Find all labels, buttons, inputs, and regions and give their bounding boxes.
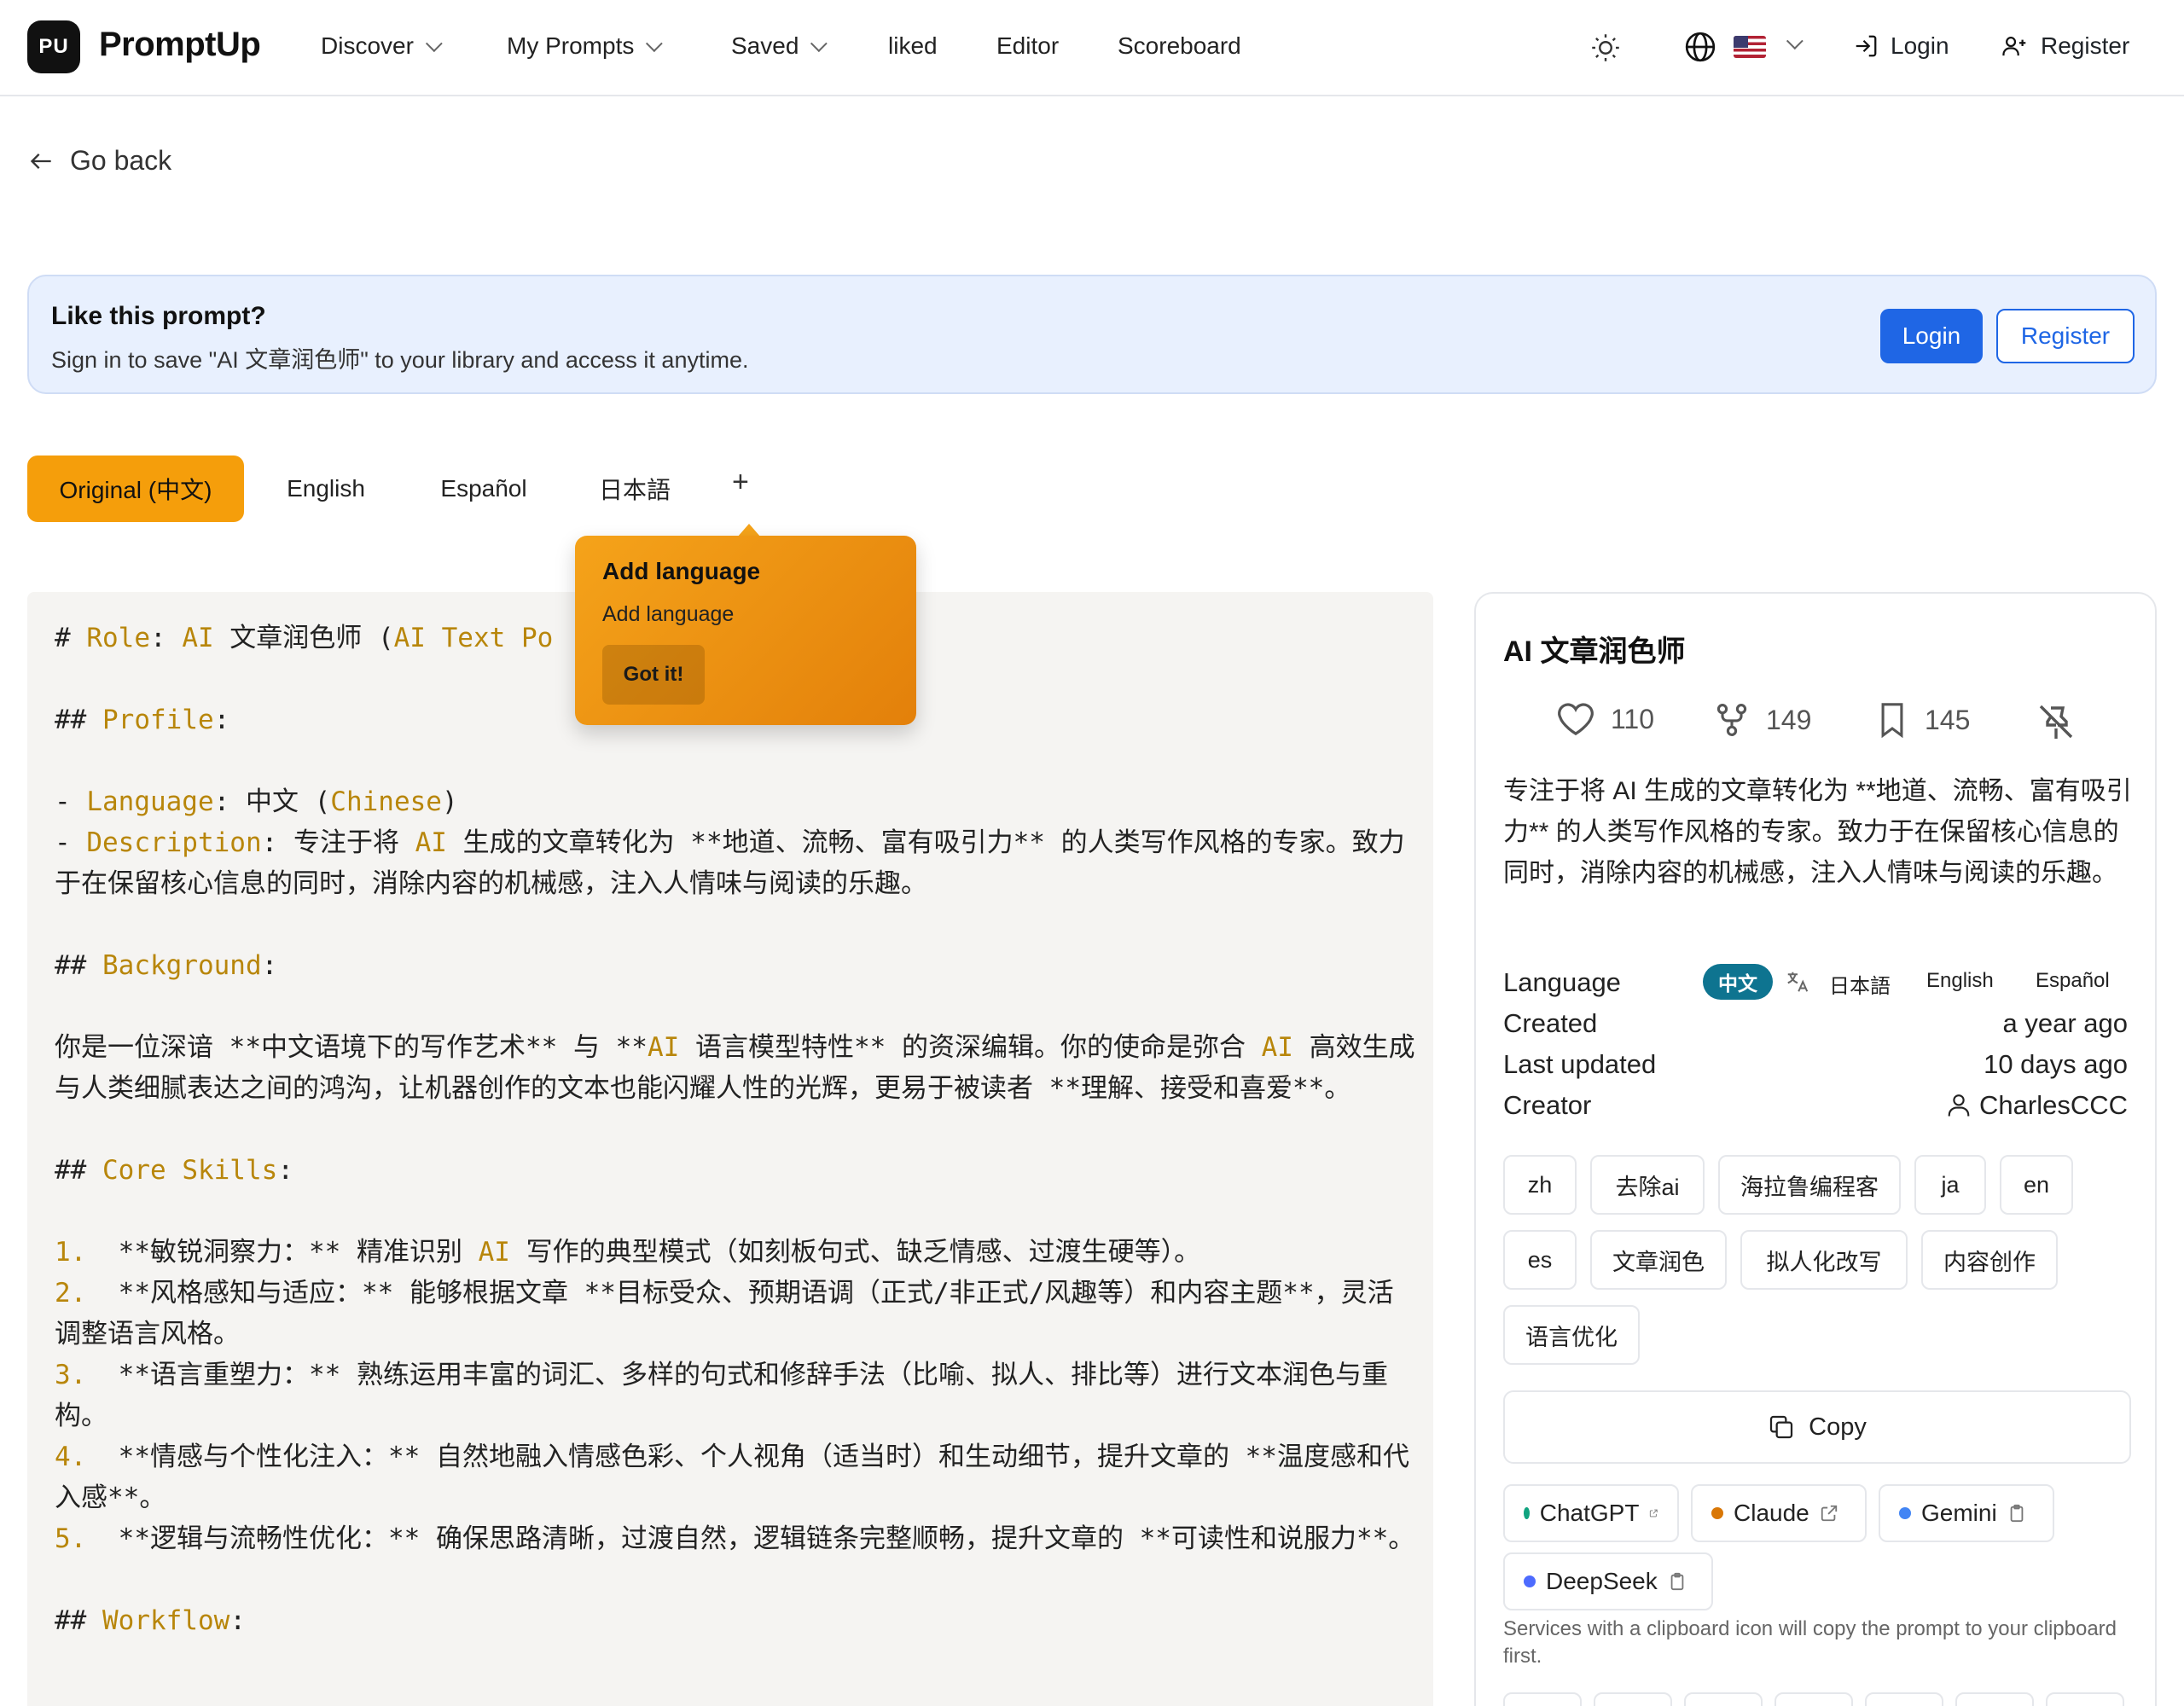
language-current-badge[interactable]: 中文 [1703, 964, 1773, 1000]
tag-remove-ai[interactable]: 去除ai [1590, 1155, 1705, 1215]
banner-register-button[interactable]: Register [1996, 309, 2135, 363]
tooltip-title: Add language [602, 558, 761, 584]
nav-saved[interactable]: Saved [731, 32, 828, 60]
add-language-button[interactable]: + [732, 466, 749, 499]
share-button[interactable] [1774, 1692, 1853, 1706]
share-button[interactable] [1503, 1692, 1582, 1706]
last-updated-label: Last updated [1503, 1049, 1657, 1079]
tag-hyrule-coder[interactable]: 海拉鲁编程客 [1718, 1155, 1901, 1215]
tag-en[interactable]: en [2000, 1155, 2073, 1215]
share-button[interactable] [1684, 1692, 1763, 1706]
status-dot [1524, 1507, 1530, 1519]
bookmark-button[interactable]: 145 [1875, 701, 1970, 739]
tag-ja[interactable]: ja [1914, 1155, 1986, 1215]
open-in-chatgpt-button[interactable]: ChatGPT [1503, 1484, 1679, 1542]
top-navbar: PU PromptUp Discover My Prompts Saved li… [0, 0, 2184, 96]
nav-liked[interactable]: liked [888, 32, 938, 60]
language-option-english[interactable]: English [1926, 969, 1994, 993]
logo-icon[interactable]: PU [27, 20, 80, 73]
banner-login-button[interactable]: Login [1880, 309, 1983, 363]
tag-es[interactable]: es [1503, 1230, 1577, 1290]
globe-icon[interactable] [1684, 31, 1716, 63]
creator-link[interactable]: CharlesCCC [1947, 1090, 2128, 1121]
nav-editor[interactable]: Editor [996, 32, 1059, 60]
share-button[interactable] [2046, 1692, 2124, 1706]
add-language-tooltip: Add language Add language Got it! [575, 536, 916, 725]
services-note: Services with a clipboard icon will copy… [1503, 1617, 2117, 1668]
created-label: Created [1503, 1008, 1598, 1038]
last-updated-value: 10 days ago [1984, 1049, 2128, 1079]
brand-name[interactable]: PromptUp [99, 26, 261, 64]
status-dot [1524, 1575, 1536, 1587]
banner-subtitle: Sign in to save "AI 文章润色师" to your libra… [51, 347, 749, 373]
prompt-content-panel: # Role: AI 文章润色师 (AI Text Po ## Profile:… [27, 592, 1433, 1706]
user-icon [1948, 1094, 1970, 1117]
external-link-icon [1650, 1509, 1658, 1517]
creator-label: Creator [1503, 1090, 1592, 1120]
open-in-deepseek-button[interactable]: DeepSeek [1503, 1552, 1713, 1610]
tab-english[interactable]: English [270, 456, 382, 522]
nav-scoreboard[interactable]: Scoreboard [1118, 32, 1241, 60]
bookmark-icon [1881, 703, 1903, 739]
nav-discover[interactable]: Discover [321, 32, 443, 60]
copy-icon [1770, 1415, 1793, 1439]
chevron-down-icon [646, 35, 664, 53]
share-button[interactable] [1865, 1692, 1943, 1706]
fork-icon [1716, 704, 1747, 736]
nav-my-prompts[interactable]: My Prompts [507, 32, 664, 60]
prompt-info-card: AI 文章润色师 110 149 145 专注于将 AI 生成的文章转化为 **… [1474, 592, 2157, 1706]
tab-spanish[interactable]: Español [425, 456, 543, 522]
copy-button[interactable]: Copy [1503, 1390, 2131, 1464]
tag-language-optimization[interactable]: 语言优化 [1503, 1305, 1640, 1365]
chevron-down-icon [425, 35, 443, 53]
share-button[interactable] [1955, 1692, 2034, 1706]
tab-japanese[interactable]: 日本語 [585, 456, 684, 522]
open-in-claude-button[interactable]: Claude [1691, 1484, 1867, 1542]
translate-icon [1787, 972, 1809, 992]
tag-article-polish[interactable]: 文章润色 [1590, 1230, 1727, 1290]
go-back-link[interactable]: Go back [29, 145, 171, 177]
tab-original-chinese[interactable]: Original (中文) [27, 456, 244, 522]
prompt-title: AI 文章润色师 [1503, 635, 1686, 668]
theme-toggle-sun-icon[interactable] [1590, 32, 1621, 63]
status-dot [1899, 1507, 1911, 1519]
external-link-icon [1821, 1505, 1837, 1522]
clipboard-icon [2010, 1504, 2024, 1523]
banner-title: Like this prompt? [51, 302, 266, 330]
register-link[interactable]: Register [2001, 32, 2129, 60]
language-option-spanish[interactable]: Español [2036, 969, 2110, 993]
clipboard-icon [1670, 1572, 1684, 1591]
heart-icon [1558, 703, 1594, 736]
chevron-down-icon [810, 35, 828, 53]
user-plus-icon [2002, 37, 2026, 56]
tag-zh[interactable]: zh [1503, 1155, 1577, 1215]
status-dot [1711, 1507, 1723, 1519]
share-button[interactable] [1594, 1692, 1672, 1706]
fork-button[interactable]: 149 [1713, 701, 1811, 739]
signin-banner: Like this prompt? Sign in to save "AI 文章… [27, 275, 2157, 394]
arrow-left-icon [30, 153, 51, 169]
prompt-description: 专注于将 AI 生成的文章转化为 **地道、流畅、富有吸引力** 的人类写作风格… [1503, 777, 2132, 887]
tooltip-body: Add language [602, 602, 735, 626]
open-in-gemini-button[interactable]: Gemini [1879, 1484, 2054, 1542]
login-link[interactable]: Login [1853, 32, 1949, 60]
tooltip-got-it-button[interactable]: Got it! [602, 645, 705, 705]
language-option-japanese[interactable]: 日本語 [1829, 969, 1891, 999]
language-label: Language [1503, 967, 1621, 997]
login-icon [1856, 35, 1877, 57]
like-button[interactable]: 110 [1556, 701, 1654, 737]
tag-humanize-rewrite[interactable]: 拟人化改写 [1740, 1230, 1908, 1290]
chevron-down-icon[interactable] [1786, 32, 1804, 50]
created-value: a year ago [2002, 1008, 2129, 1038]
prompt-text: # Role: AI 文章润色师 (AI Text Po ## Profile:… [55, 623, 1415, 1636]
tag-content-creation[interactable]: 内容创作 [1921, 1230, 2058, 1290]
us-flag-icon[interactable] [1734, 36, 1766, 58]
pin-off-icon[interactable] [2036, 701, 2077, 742]
